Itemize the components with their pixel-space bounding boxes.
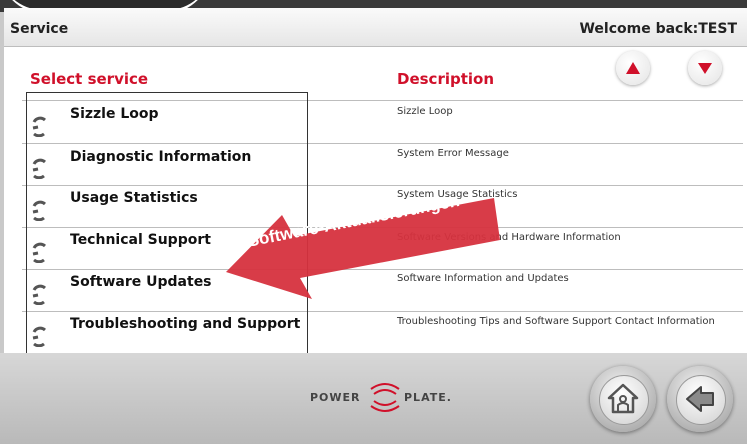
- header-bar: Service Welcome back:TEST: [4, 8, 747, 47]
- service-description: System Error Message: [397, 148, 509, 159]
- triangle-down-icon: [698, 63, 712, 74]
- service-description: Software Versions and Hardware Informati…: [397, 232, 621, 243]
- service-list-highlight-box: [26, 92, 308, 354]
- scroll-up-button[interactable]: [616, 51, 650, 85]
- back-button[interactable]: [667, 366, 733, 432]
- column-header-service: Select service: [30, 70, 149, 88]
- logo-text-left: POWER: [310, 391, 361, 404]
- power-plate-logo: POWER PLATE.: [310, 383, 460, 413]
- welcome-text: Welcome back:TEST: [579, 21, 737, 37]
- logo-wave-icon: [370, 383, 400, 412]
- triangle-up-icon: [626, 62, 640, 74]
- logo-text-right: PLATE.: [404, 391, 452, 404]
- page-title: Service: [10, 21, 69, 37]
- service-description: Software Information and Updates: [397, 273, 569, 284]
- service-description: Troubleshooting Tips and Software Suppor…: [397, 316, 715, 327]
- home-button[interactable]: [590, 366, 656, 432]
- scroll-down-button[interactable]: [688, 51, 722, 85]
- home-icon: [607, 383, 639, 414]
- back-arrow-icon: [686, 386, 714, 412]
- service-description: Sizzle Loop: [397, 106, 453, 117]
- column-header-description: Description: [397, 70, 495, 88]
